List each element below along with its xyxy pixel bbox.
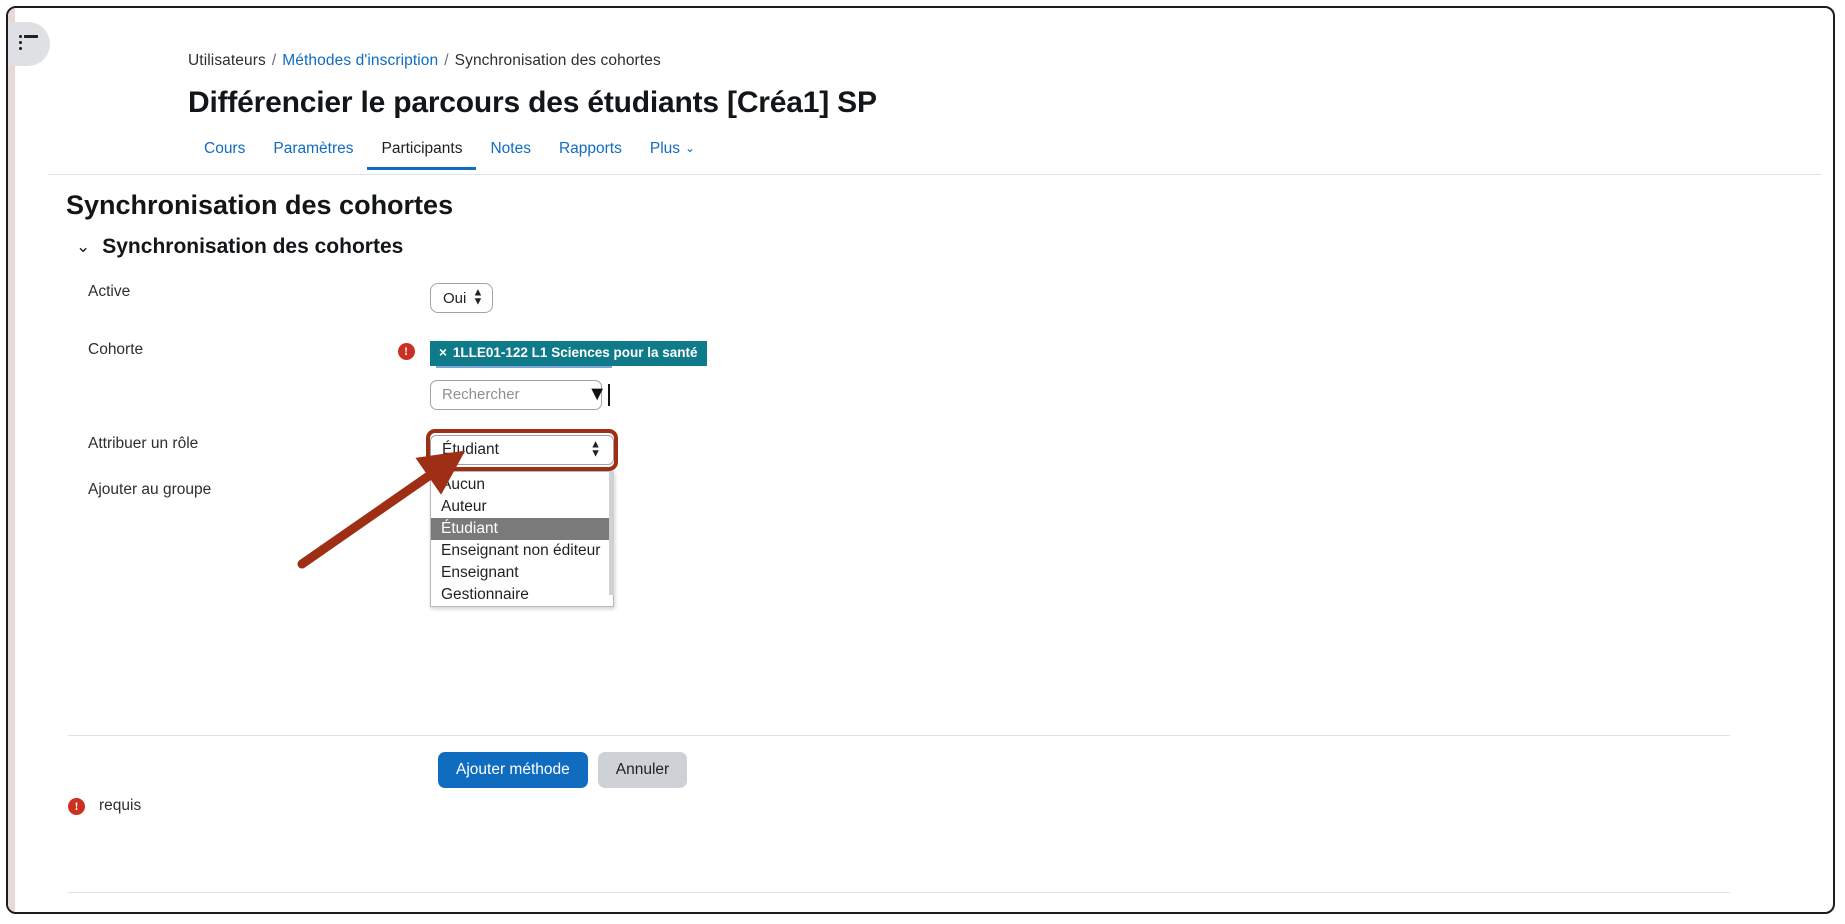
required-legend: ! requis <box>68 797 141 815</box>
chevron-down-icon: ⌄ <box>685 141 696 155</box>
submit-button[interactable]: Ajouter méthode <box>438 752 588 788</box>
main-content: Synchronisation des cohortes ⌄ Synchroni… <box>62 190 1792 607</box>
form-row-cohorte: Cohorte ! × 1LLE01-122 L1 Sciences pour … <box>62 341 1792 410</box>
course-tabbar: Cours Paramètres Participants Notes Rapp… <box>190 140 1782 174</box>
role-option-enseignant[interactable]: Enseignant <box>431 562 613 584</box>
dropdown-arrow-icon[interactable]: ▼ <box>587 384 607 404</box>
label-active: Active <box>88 283 131 300</box>
form-divider <box>68 735 1730 736</box>
tab-parametres[interactable]: Paramètres <box>259 140 367 170</box>
required-legend-label: requis <box>99 797 142 814</box>
breadcrumb-item-current: Synchronisation des cohortes <box>454 52 661 69</box>
list-menu-icon <box>19 35 39 52</box>
role-option-auteur[interactable]: Auteur <box>431 496 613 518</box>
select-arrows-icon: ▲ ▼ <box>472 286 484 308</box>
label-attribuer-role: Attribuer un rôle <box>88 434 199 452</box>
tabbar-underline <box>48 174 1821 175</box>
chevron-down-icon: ⌄ <box>76 236 91 256</box>
browser-window: Utilisateurs / Méthodes d'inscription / Sync… <box>6 6 1835 914</box>
tab-rapports[interactable]: Rapports <box>545 140 636 170</box>
required-spacer-role <box>382 435 430 437</box>
collapsible-section-header[interactable]: ⌄ Synchronisation des cohortes <box>76 235 1792 259</box>
role-option-aucun[interactable]: Aucun <box>431 474 613 496</box>
drawer-toggle-button[interactable] <box>8 22 50 66</box>
text-caret <box>608 383 610 406</box>
role-field-wrapper: Étudiant ▲ ▼ Aucun Auteur Étudiant Enseig… <box>426 428 618 607</box>
breadcrumb-link-methodes-inscription[interactable]: Méthodes d'inscription <box>282 52 438 69</box>
required-icon: ! <box>397 343 415 360</box>
page-title: Différencier le parcours des étudiants [… <box>188 86 877 119</box>
required-icon: ! <box>68 797 85 815</box>
required-spacer-active <box>382 283 430 285</box>
tab-cours[interactable]: Cours <box>190 140 259 170</box>
active-select-value: Oui <box>443 289 467 307</box>
section-title: Synchronisation des cohortes <box>66 190 454 220</box>
tab-participants[interactable]: Participants <box>367 140 477 170</box>
form-actions: Ajouter méthode Annuler <box>438 752 688 788</box>
breadcrumb-separator-2: / <box>444 52 449 69</box>
role-options-list[interactable]: Aucun Auteur Étudiant Enseignant non édi… <box>430 470 614 607</box>
footer-divider <box>68 892 1730 893</box>
cancel-button[interactable]: Annuler <box>597 752 688 788</box>
cohort-tag-label: 1LLE01-122 L1 Sciences pour la santé <box>452 345 698 360</box>
tab-plus[interactable]: Plus ⌄ <box>636 140 709 170</box>
active-select[interactable]: Oui ▲ ▼ <box>430 283 494 313</box>
role-option-enseignant-non-editeur[interactable]: Enseignant non éditeur <box>431 540 613 562</box>
breadcrumb: Utilisateurs / Méthodes d'inscription / Sync… <box>188 52 1788 70</box>
label-ajouter-au-groupe: Ajouter au groupe <box>88 480 212 498</box>
label-cohorte: Cohorte <box>88 341 144 358</box>
cohort-field-underline <box>436 365 612 368</box>
cohort-search-placeholder: Rechercher <box>442 386 520 404</box>
cohort-search-input[interactable]: Rechercher ▼ <box>430 379 610 410</box>
collapsible-section-title: Synchronisation des cohortes <box>102 235 404 258</box>
required-spacer-groupe <box>382 481 430 483</box>
role-option-gestionnaire[interactable]: Gestionnaire <box>431 584 613 606</box>
required-indicator-cohorte: ! <box>382 341 430 360</box>
role-select-value: Étudiant <box>442 440 499 458</box>
role-options-scrollbar[interactable] <box>609 470 614 595</box>
page-header: Utilisateurs / Méthodes d'inscription / Sync… <box>188 52 1788 120</box>
role-select[interactable]: Étudiant ▲ ▼ <box>430 434 614 465</box>
breadcrumb-item-utilisateurs: Utilisateurs <box>188 52 266 69</box>
form-row-groupe: Ajouter au groupe <box>62 480 1792 511</box>
form-row-role: Attribuer un rôle Étudiant ▲ ▼ Aucun Aute… <box>62 428 1792 607</box>
tag-remove-icon[interactable]: × <box>439 345 447 361</box>
left-edge-strip <box>8 8 15 912</box>
breadcrumb-separator-1: / <box>271 52 277 69</box>
select-arrows-icon: ▲ ▼ <box>590 438 601 460</box>
tab-notes[interactable]: Notes <box>476 140 545 170</box>
role-option-etudiant[interactable]: Étudiant <box>431 517 613 540</box>
form-row-active: Active Oui ▲ ▼ <box>62 283 1792 313</box>
cohort-tag[interactable]: × 1LLE01-122 L1 Sciences pour la santé <box>430 341 707 366</box>
tab-plus-label: Plus <box>649 140 681 157</box>
